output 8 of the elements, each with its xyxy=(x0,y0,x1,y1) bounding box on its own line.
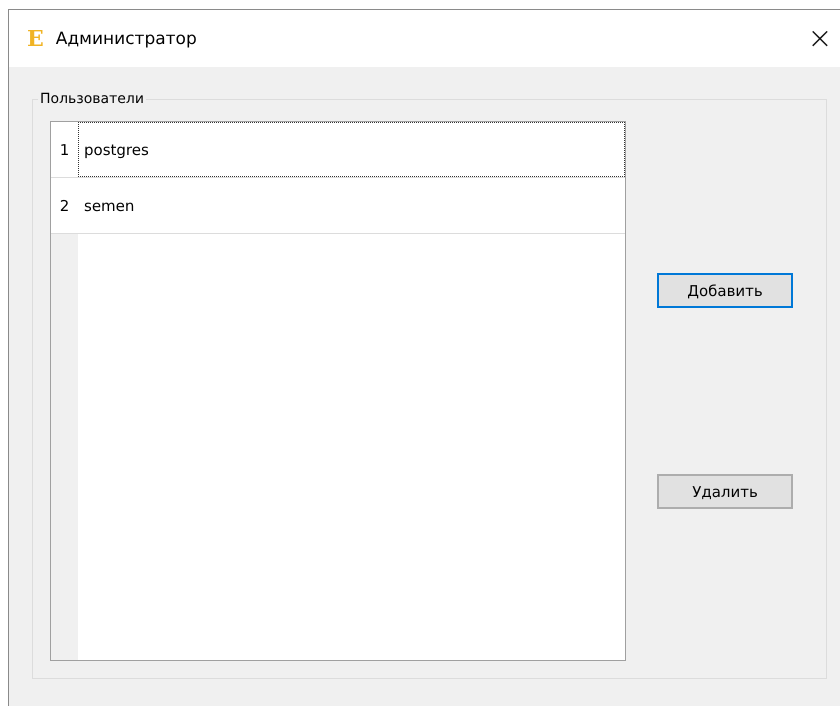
table-cell[interactable]: semen xyxy=(78,178,625,233)
delete-button[interactable]: Удалить xyxy=(657,474,793,509)
window-title: Администратор xyxy=(56,28,198,48)
app-logo: E xyxy=(27,26,44,52)
table-cell[interactable]: postgres xyxy=(78,122,625,177)
add-button[interactable]: Добавить xyxy=(657,273,793,308)
close-button[interactable]: × xyxy=(800,18,840,58)
group-title: Пользователи xyxy=(39,91,145,107)
